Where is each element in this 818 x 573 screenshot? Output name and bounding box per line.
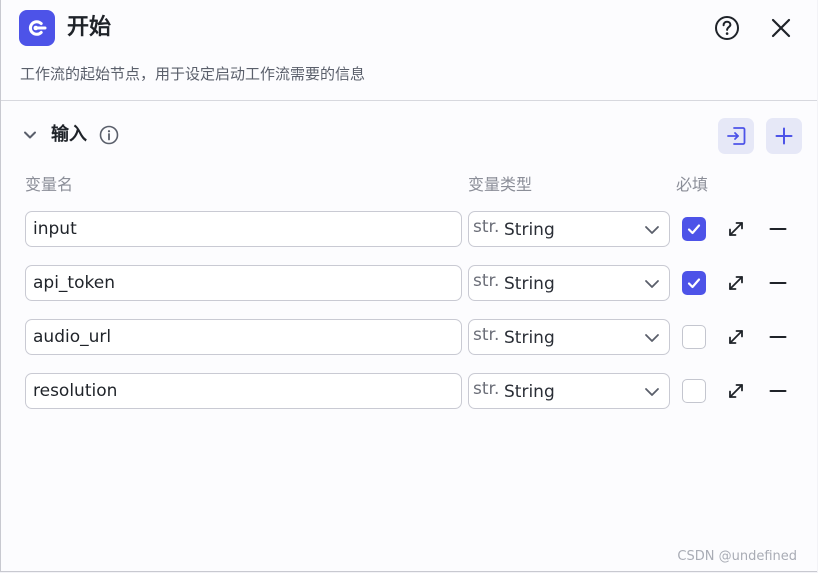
chevron-down-icon[interactable]	[21, 126, 39, 144]
input-section-title: 输入	[51, 124, 87, 145]
chevron-down-icon	[643, 221, 661, 239]
chevron-down-icon	[643, 329, 661, 347]
add-variable-button[interactable]	[766, 118, 802, 154]
column-header-type: 变量类型	[468, 175, 533, 194]
variable-type-select[interactable]: str. String	[468, 319, 670, 355]
help-circle-icon[interactable]	[713, 14, 741, 42]
start-node-icon	[19, 10, 55, 46]
type-prefix: str.	[473, 271, 500, 291]
plus-icon	[775, 127, 793, 145]
panel-title: 开始	[67, 15, 112, 40]
variable-type-select[interactable]: str. String	[468, 265, 670, 301]
type-label: String	[504, 382, 555, 402]
variable-name-input[interactable]	[25, 319, 462, 355]
chevron-down-icon	[643, 275, 661, 293]
variable-name-input[interactable]	[25, 373, 462, 409]
expand-icon[interactable]	[726, 327, 746, 347]
check-icon	[687, 278, 701, 289]
start-node-panel: 开始 工作流的起始节点，用于设定启动工作流需要的信息 输入 变量名 变量类型 必…	[0, 0, 817, 572]
required-checkbox[interactable]	[682, 379, 706, 403]
minus-icon[interactable]	[767, 273, 789, 293]
variable-name-input[interactable]	[25, 265, 462, 301]
expand-icon[interactable]	[726, 381, 746, 401]
column-header-name: 变量名	[25, 175, 74, 194]
panel-description: 工作流的起始节点，用于设定启动工作流需要的信息	[20, 65, 366, 83]
variable-type-select[interactable]: str. String	[468, 211, 670, 247]
close-icon[interactable]	[767, 14, 795, 42]
watermark: CSDN @undefined	[677, 549, 797, 564]
variable-row: str. String	[1, 319, 817, 355]
minus-icon[interactable]	[767, 381, 789, 401]
variable-row: str. String	[1, 211, 817, 247]
panel-header: 开始 工作流的起始节点，用于设定启动工作流需要的信息	[1, 0, 817, 101]
required-checkbox[interactable]	[682, 217, 706, 241]
minus-icon[interactable]	[767, 219, 789, 239]
type-prefix: str.	[473, 379, 500, 399]
variable-row: str. String	[1, 373, 817, 409]
type-prefix: str.	[473, 325, 500, 345]
type-label: String	[504, 220, 555, 240]
input-section-header: 输入	[1, 118, 817, 154]
type-prefix: str.	[473, 217, 500, 237]
variable-type-select[interactable]: str. String	[468, 373, 670, 409]
variable-row: str. String	[1, 265, 817, 301]
required-checkbox[interactable]	[682, 271, 706, 295]
minus-icon[interactable]	[767, 327, 789, 347]
expand-icon[interactable]	[726, 219, 746, 239]
import-icon	[727, 127, 746, 145]
variable-name-input[interactable]	[25, 211, 462, 247]
required-checkbox[interactable]	[682, 325, 706, 349]
info-icon[interactable]	[99, 125, 119, 145]
check-icon	[687, 224, 701, 235]
column-header-required: 必填	[676, 175, 709, 194]
chevron-down-icon	[643, 383, 661, 401]
import-button[interactable]	[718, 118, 754, 154]
expand-icon[interactable]	[726, 273, 746, 293]
type-label: String	[504, 328, 555, 348]
type-label: String	[504, 274, 555, 294]
